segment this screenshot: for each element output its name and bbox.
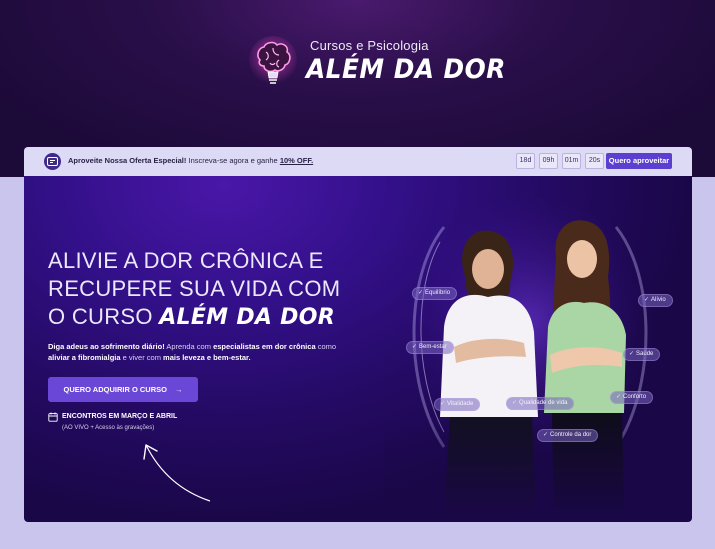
check-icon: ✓ xyxy=(543,432,549,438)
headline-line-1: ALIVIE A DOR CRÔNICA E xyxy=(48,248,324,273)
tag-qualidade-de-vida: ✓ Qualidade de vida xyxy=(506,397,575,410)
countdown-seconds: 20s xyxy=(585,153,604,169)
buy-course-label: QUERO ADQUIRIR O CURSO xyxy=(63,385,167,394)
hero-headline: ALIVIE A DOR CRÔNICA E RECUPERE SUA VIDA… xyxy=(48,247,368,332)
meetings-title: ENCONTROS EM MARÇO E ABRIL xyxy=(62,413,178,420)
brain-bulb-icon xyxy=(249,36,297,84)
hero-card: Aproveite Nossa Oferta Especial! Inscrev… xyxy=(24,147,692,522)
tag-label: Controle da dor xyxy=(550,432,592,438)
offer-bar: Aproveite Nossa Oferta Especial! Inscrev… xyxy=(24,147,692,176)
meetings-subtitle: (AO VIVO + Acesso às gravações) xyxy=(62,425,155,431)
ticket-icon xyxy=(44,153,61,170)
offer-body: Inscreva-se agora e ganhe xyxy=(188,156,278,165)
arrow-right-icon: → xyxy=(174,385,183,394)
countdown-timer: 18d 09h 01m 20s xyxy=(516,153,604,169)
tag-bem-estar: ✓ Bem-estar xyxy=(406,341,454,354)
headline-line-3: O CURSO xyxy=(48,304,153,329)
instructors-photo: ✓ Equilíbrio ✓ Alívio ✓ Bem-estar ✓ Saúde ✓ C… xyxy=(384,187,684,517)
offer-text: Aproveite Nossa Oferta Especial! Inscrev… xyxy=(68,156,313,165)
tag-label: Bem-estar xyxy=(419,344,447,350)
offer-highlight: Aproveite Nossa Oferta Especial! xyxy=(68,156,187,165)
check-icon: ✓ xyxy=(616,394,622,400)
logo-title: ALÉM DA DOR xyxy=(306,54,506,85)
brand-logo[interactable]: Cursos e Psicologia ALÉM DA DOR xyxy=(248,36,505,94)
countdown-hours: 09h xyxy=(539,153,558,169)
buy-course-button[interactable]: QUERO ADQUIRIR O CURSO → xyxy=(48,377,198,402)
tag-equilibrio: ✓ Equilíbrio xyxy=(412,287,458,300)
tag-alivio: ✓ Alívio xyxy=(638,294,673,307)
calendar-icon xyxy=(48,412,58,422)
tag-label: Equilíbrio xyxy=(425,290,451,296)
desc-part-7: mais leveza e bem-estar. xyxy=(163,353,251,362)
desc-part-5: aliviar a fibromialgia xyxy=(48,353,121,362)
tag-vitalidade: ✓ Vitalidade xyxy=(434,398,481,411)
tag-label: Alívio xyxy=(651,297,666,303)
check-icon: ✓ xyxy=(512,400,518,406)
countdown-minutes: 01m xyxy=(562,153,581,169)
desc-part-6: e viver com xyxy=(120,353,164,362)
check-icon: ✓ xyxy=(644,297,650,303)
check-icon: ✓ xyxy=(412,344,418,350)
tag-controle-da-dor: ✓ Controle da dor xyxy=(537,429,599,442)
headline-line-2: RECUPERE SUA VIDA COM xyxy=(48,276,341,301)
tag-label: Conforto xyxy=(623,394,647,400)
check-icon: ✓ xyxy=(629,351,635,357)
logo-subtitle: Cursos e Psicologia xyxy=(310,38,429,53)
tag-label: Saúde xyxy=(636,351,654,357)
desc-part-2: Aprenda com xyxy=(164,342,214,351)
countdown-days: 18d xyxy=(516,153,535,169)
desc-part-1: Diga adeus ao sofrimento diário! xyxy=(48,342,165,351)
tag-label: Vitalidade xyxy=(447,401,474,407)
desc-part-3: especialistas em dor crônica xyxy=(213,342,316,351)
tag-conforto: ✓ Conforto xyxy=(610,391,654,404)
tag-saude: ✓ Saúde xyxy=(623,348,661,361)
headline-brand: ALÉM DA DOR xyxy=(159,305,335,330)
offer-discount: 10% OFF. xyxy=(279,156,314,165)
check-icon: ✓ xyxy=(418,290,424,296)
claim-offer-button[interactable]: Quero aproveitar xyxy=(606,153,672,169)
curved-arrow-icon xyxy=(143,444,211,502)
desc-part-4: como xyxy=(315,342,337,351)
check-icon: ✓ xyxy=(440,401,446,407)
hero-description: Diga adeus ao sofrimento diário! Aprenda… xyxy=(48,341,338,363)
tag-label: Qualidade de vida xyxy=(519,400,568,406)
